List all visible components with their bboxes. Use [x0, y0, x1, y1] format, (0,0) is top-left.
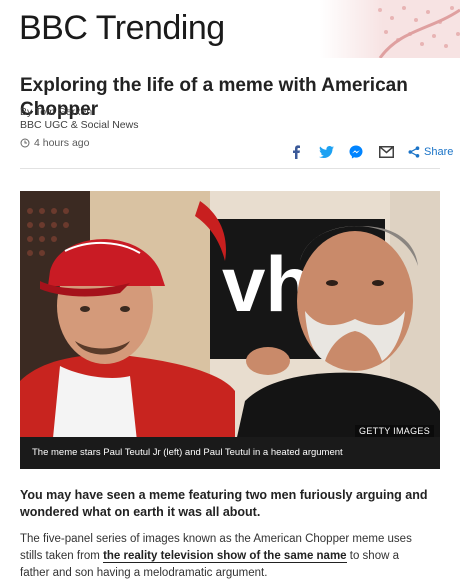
email-share-button[interactable] [376, 143, 396, 161]
share-tools: Share [286, 143, 453, 161]
site-header: BBC Trending [0, 0, 460, 58]
article-photo: vh GETTY IMAGES The meme stars Paul Teut… [20, 191, 440, 469]
image-caption: The meme stars Paul Teutul Jr (left) and… [20, 437, 440, 469]
article-paragraph: The five-panel series of images known as… [20, 531, 430, 582]
twitter-share-button[interactable] [316, 143, 336, 161]
messenger-share-button[interactable] [346, 143, 366, 161]
author-department: BBC UGC & Social News [20, 119, 139, 131]
messenger-icon [349, 145, 363, 159]
reality-show-link[interactable]: the reality television show of the same … [103, 550, 347, 563]
header-decoration [320, 0, 460, 58]
email-icon [378, 146, 394, 158]
image-credit: GETTY IMAGES [355, 425, 434, 437]
timestamp: 4 hours ago [20, 137, 89, 149]
share-label: Share [424, 146, 454, 158]
brand-title[interactable]: BBC Trending [19, 8, 225, 48]
facebook-icon [293, 145, 300, 159]
clock-icon [20, 138, 30, 148]
author-name: By Tom Gerken [20, 106, 93, 118]
divider [20, 168, 440, 169]
share-icon [408, 146, 420, 158]
timestamp-text: 4 hours ago [34, 137, 90, 149]
article-lede: You may have seen a meme featuring two m… [20, 488, 428, 519]
byline: By Tom Gerken BBC UGC & Social News [20, 106, 138, 132]
twitter-icon [318, 146, 334, 158]
share-button[interactable]: Share [408, 146, 453, 158]
facebook-share-button[interactable] [286, 143, 306, 161]
